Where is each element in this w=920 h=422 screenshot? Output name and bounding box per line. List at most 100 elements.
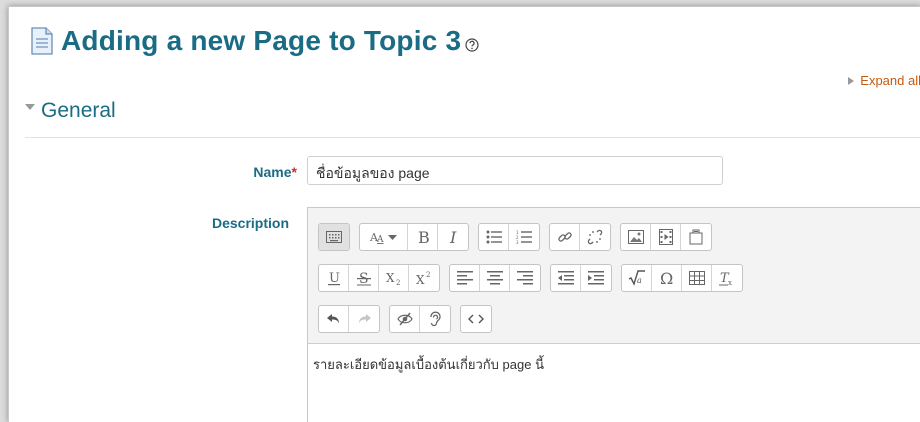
outdent-icon [557, 271, 574, 285]
superscript-icon: X2 [416, 271, 430, 286]
section-general-toggle[interactable]: General [25, 99, 116, 123]
toolbar-group-insert: a Ω Tx [621, 264, 743, 292]
font-size-icon: AA [369, 231, 397, 244]
bold-button[interactable]: B [408, 224, 438, 250]
align-center-icon [486, 271, 503, 285]
svg-text:I: I [449, 229, 457, 245]
numbered-list-icon: 123 [516, 230, 532, 244]
align-left-icon [456, 271, 473, 285]
toolbar-row-3 [318, 305, 501, 333]
svg-text:3: 3 [516, 240, 519, 244]
clear-formatting-button[interactable]: Tx [712, 265, 742, 291]
italic-button[interactable]: I [438, 224, 468, 250]
help-icon[interactable] [465, 38, 479, 52]
expand-all-label: Expand all [860, 73, 920, 88]
svg-text:2: 2 [396, 279, 400, 286]
editor-content-area[interactable]: รายละเอียดข้อมูลเบื้องต้นเกี่ยวกับ page … [313, 354, 544, 375]
description-editor: AA B I 123 U S X 2 X 2 a Ω T x รายละเอีย… [307, 207, 920, 422]
underline-button[interactable]: U [319, 265, 349, 291]
align-center-button[interactable] [480, 265, 510, 291]
keyboard-icon [326, 231, 342, 243]
toolbar-group-links [549, 223, 611, 251]
toolbar-row-1: AA B I 123 [318, 223, 721, 251]
equation-button[interactable]: a [622, 265, 652, 291]
name-input[interactable]: ชื่อข้อมูลของ page [307, 156, 723, 185]
subscript-button[interactable]: X2 [379, 265, 409, 291]
toolbar-group-media [620, 223, 712, 251]
accessibility-checker-button[interactable] [390, 306, 420, 332]
bold-icon: B [418, 229, 430, 245]
media-button[interactable] [651, 224, 681, 250]
toolbar-group-align [449, 264, 541, 292]
screenreader-helper-button[interactable] [420, 306, 450, 332]
toolbar-row-2: U S X2 X2 a Ω T x [318, 264, 752, 292]
page-icon [31, 27, 53, 55]
ear-icon [430, 311, 441, 327]
code-icon [468, 314, 484, 324]
align-right-button[interactable] [510, 265, 540, 291]
bullet-list-icon [486, 230, 502, 244]
required-asterisk: * [291, 164, 297, 180]
svg-text:2: 2 [426, 271, 430, 279]
link-button[interactable] [550, 224, 580, 250]
toolbar-toggle-button[interactable] [319, 224, 349, 250]
files-icon [689, 229, 703, 245]
triangle-right-icon [848, 76, 855, 85]
table-button[interactable] [682, 265, 712, 291]
svg-text:U: U [329, 271, 340, 286]
unlink-button[interactable] [580, 224, 610, 250]
align-left-button[interactable] [450, 265, 480, 291]
underline-icon: U [327, 271, 340, 286]
toolbar-group-lists: 123 [478, 223, 540, 251]
page-heading: Adding a new Page to Topic 3 [29, 25, 479, 57]
superscript-button[interactable]: X2 [409, 265, 439, 291]
page-title: Adding a new Page to Topic 3 [61, 25, 462, 56]
outdent-button[interactable] [551, 265, 581, 291]
image-icon [627, 230, 644, 244]
unlink-icon [587, 229, 603, 245]
film-icon [658, 229, 673, 245]
toolbar-group-indent [550, 264, 612, 292]
redo-button[interactable] [349, 306, 379, 332]
description-label: Description [211, 215, 289, 231]
moodle-page: Adding a new Page to Topic 3 Expand all … [8, 6, 920, 422]
svg-text:B: B [418, 229, 430, 245]
manage-files-button[interactable] [681, 224, 711, 250]
link-icon [557, 232, 572, 242]
toolbar-group-accessibility [389, 305, 451, 333]
svg-text:a: a [637, 276, 642, 285]
undo-icon [326, 314, 339, 324]
italic-icon: I [449, 229, 457, 245]
unordered-list-button[interactable] [479, 224, 509, 250]
toolbar-group-toggle [318, 223, 350, 251]
toolbar-group-text: U S X2 X2 [318, 264, 440, 292]
svg-text:A: A [376, 235, 384, 244]
html-source-button[interactable] [461, 306, 491, 332]
name-label-text: Name [253, 164, 292, 180]
subscript-icon: X2 [386, 271, 400, 286]
toolbar-group-history [318, 305, 380, 333]
strikethrough-button[interactable]: S [349, 265, 379, 291]
section-general-label: General [41, 99, 116, 122]
omega-icon: Ω [660, 270, 673, 286]
eye-slash-icon [396, 312, 413, 326]
expand-all-link[interactable]: Expand all [848, 73, 920, 88]
text-style-dropdown[interactable]: AA [360, 224, 408, 250]
indent-button[interactable] [581, 265, 611, 291]
svg-text:x: x [728, 279, 732, 286]
ordered-list-button[interactable]: 123 [509, 224, 539, 250]
redo-icon [359, 314, 371, 324]
svg-text:Ω: Ω [660, 270, 673, 286]
clear-formatting-icon: Tx [719, 271, 732, 286]
align-right-icon [517, 271, 533, 285]
undo-button[interactable] [319, 306, 349, 332]
special-character-button[interactable]: Ω [652, 265, 682, 291]
table-icon [688, 271, 705, 285]
square-root-icon: a [628, 270, 645, 286]
image-button[interactable] [621, 224, 651, 250]
triangle-down-icon [25, 104, 35, 110]
section-divider [25, 137, 920, 138]
toolbar-group-style: AA B I [359, 223, 469, 251]
indent-icon [588, 271, 604, 285]
name-label: Name* [209, 164, 297, 180]
